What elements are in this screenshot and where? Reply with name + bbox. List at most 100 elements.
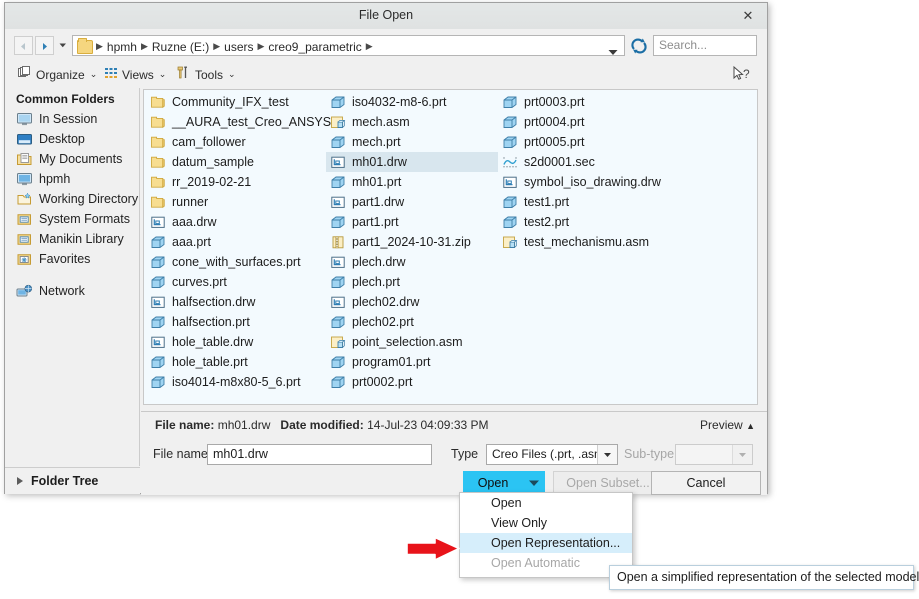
preview-label: Preview bbox=[700, 418, 743, 432]
close-icon[interactable]: ✕ bbox=[739, 7, 757, 25]
details-strip: File name: mh01.drw Date modified: 14-Ju… bbox=[141, 411, 767, 439]
sidebar-item-desktop[interactable]: Desktop bbox=[5, 129, 139, 149]
file-list-item[interactable]: mech.asm bbox=[326, 112, 498, 132]
sidebar-item-system-formats[interactable]: System Formats bbox=[5, 209, 139, 229]
folder-tree-bar[interactable]: Folder Tree bbox=[5, 467, 140, 494]
file-list-item[interactable]: halfsection.prt bbox=[146, 312, 326, 332]
file-list-item[interactable]: runner bbox=[146, 192, 326, 212]
file-name-text: curves.prt bbox=[172, 275, 227, 289]
file-list-item[interactable]: test2.prt bbox=[498, 212, 748, 232]
sidebar-header: Common Folders bbox=[16, 92, 115, 106]
file-list-item[interactable]: Community_IFX_test bbox=[146, 92, 326, 112]
details-date-label: Date modified: bbox=[280, 418, 364, 432]
file-list-item[interactable]: mh01.drw bbox=[326, 152, 498, 172]
cancel-button[interactable]: Cancel bbox=[651, 471, 761, 495]
part-icon bbox=[502, 135, 518, 150]
sidebar-item-favorites[interactable]: Favorites bbox=[5, 249, 139, 269]
forward-arrow-icon[interactable] bbox=[35, 36, 54, 55]
details-date-value: 14-Jul-23 04:09:33 PM bbox=[367, 418, 489, 432]
file-list-item[interactable]: test1.prt bbox=[498, 192, 748, 212]
chevron-up-icon: ▲ bbox=[746, 421, 755, 431]
file-list-item[interactable]: plech.drw bbox=[326, 252, 498, 272]
organize-icon bbox=[18, 66, 32, 83]
file-list-item[interactable]: datum_sample bbox=[146, 152, 326, 172]
sidebar-item-my-documents[interactable]: My Documents bbox=[5, 149, 139, 169]
menu-item[interactable]: Open Representation... bbox=[460, 533, 632, 553]
file-list-item[interactable]: cone_with_surfaces.prt bbox=[146, 252, 326, 272]
breadcrumb-item-0[interactable]: hpmh bbox=[104, 40, 140, 54]
back-arrow-icon[interactable] bbox=[14, 36, 33, 55]
part-icon bbox=[330, 375, 346, 390]
file-list-item[interactable]: iso4014-m8x80-5_6.prt bbox=[146, 372, 326, 392]
chevron-down-icon[interactable] bbox=[597, 445, 617, 464]
preview-toggle[interactable]: Preview ▲ bbox=[700, 418, 755, 432]
refresh-icon[interactable] bbox=[629, 36, 649, 56]
breadcrumb-item-2[interactable]: users bbox=[221, 40, 256, 54]
documents-folder-icon bbox=[16, 152, 33, 167]
file-list-item[interactable]: part1_2024-10-31.zip bbox=[326, 232, 498, 252]
file-list-item[interactable]: plech02.drw bbox=[326, 292, 498, 312]
file-list[interactable]: Community_IFX_test __AURA_test_Creo_ANSYS… bbox=[143, 89, 758, 405]
file-list-item[interactable]: prt0004.prt bbox=[498, 112, 748, 132]
breadcrumb-item-3[interactable]: creo9_parametric bbox=[265, 40, 364, 54]
sidebar-item-label: Manikin Library bbox=[39, 232, 124, 246]
drawing-icon bbox=[330, 255, 346, 270]
sidebar-item-in-session[interactable]: In Session bbox=[5, 109, 139, 129]
file-list-item[interactable]: point_selection.asm bbox=[326, 332, 498, 352]
file-list-item[interactable]: cam_follower bbox=[146, 132, 326, 152]
address-path-field[interactable]: ▶ hpmh ▶ Ruzne (E:) ▶ users ▶ creo9_para… bbox=[72, 35, 625, 56]
menu-item[interactable]: View Only bbox=[460, 513, 632, 533]
file-name-text: rr_2019-02-21 bbox=[172, 175, 252, 189]
file-list-item[interactable]: plech02.prt bbox=[326, 312, 498, 332]
file-name-input[interactable]: mh01.drw bbox=[207, 444, 432, 465]
file-list-item[interactable]: program01.prt bbox=[326, 352, 498, 372]
file-list-item[interactable]: symbol_iso_drawing.drw bbox=[498, 172, 748, 192]
file-list-item[interactable]: plech.prt bbox=[326, 272, 498, 292]
formats-folder-icon bbox=[16, 212, 33, 227]
file-list-item[interactable]: prt0005.prt bbox=[498, 132, 748, 152]
history-dropdown-icon[interactable] bbox=[56, 38, 70, 52]
search-input[interactable]: Search... bbox=[653, 35, 757, 56]
file-name-text: part1.drw bbox=[352, 195, 405, 209]
sidebar-item-working-directory[interactable]: Working Directory bbox=[5, 189, 139, 209]
folder-icon bbox=[150, 135, 166, 150]
file-list-item[interactable]: mh01.prt bbox=[326, 172, 498, 192]
file-list-item[interactable]: rr_2019-02-21 bbox=[146, 172, 326, 192]
file-name-text: cone_with_surfaces.prt bbox=[172, 255, 301, 269]
file-list-item[interactable]: prt0003.prt bbox=[498, 92, 748, 112]
file-list-item[interactable]: hole_table.drw bbox=[146, 332, 326, 352]
menu-item-label: View Only bbox=[491, 516, 548, 530]
file-list-item[interactable]: s2d0001.sec bbox=[498, 152, 748, 172]
file-list-item[interactable]: iso4032-m8-6.prt bbox=[326, 92, 498, 112]
file-list-item[interactable]: aaa.prt bbox=[146, 232, 326, 252]
file-list-item[interactable]: aaa.drw bbox=[146, 212, 326, 232]
file-list-item[interactable]: mech.prt bbox=[326, 132, 498, 152]
address-dropdown-icon[interactable] bbox=[608, 43, 618, 61]
tools-button[interactable]: Tools ⌄ bbox=[177, 65, 236, 84]
file-list-item[interactable]: curves.prt bbox=[146, 272, 326, 292]
assembly-icon bbox=[502, 235, 518, 250]
file-list-item[interactable]: hole_table.prt bbox=[146, 352, 326, 372]
tools-label: Tools bbox=[195, 67, 224, 82]
file-list-item[interactable]: __AURA_test_Creo_ANSYS bbox=[146, 112, 331, 132]
cursor-help-icon[interactable]: ? bbox=[731, 65, 755, 89]
file-name-text: part1_2024-10-31.zip bbox=[352, 235, 471, 249]
file-list-item[interactable]: test_mechanismu.asm bbox=[498, 232, 748, 252]
breadcrumb-item-1[interactable]: Ruzne (E:) bbox=[149, 40, 212, 54]
sidebar-item-manikin-library[interactable]: Manikin Library bbox=[5, 229, 139, 249]
organize-label: Organize bbox=[36, 67, 85, 82]
file-list-item[interactable]: halfsection.drw bbox=[146, 292, 326, 312]
organize-button[interactable]: Organize ⌄ bbox=[18, 65, 97, 84]
type-select[interactable]: Creo Files (.prt, .asm, bbox=[486, 444, 618, 465]
red-right-arrow-annotation bbox=[405, 536, 461, 567]
file-list-item[interactable]: prt0002.prt bbox=[326, 372, 498, 392]
drawing-icon bbox=[330, 195, 346, 210]
file-name-text: aaa.prt bbox=[172, 235, 211, 249]
sidebar-item-label: In Session bbox=[39, 112, 98, 126]
menu-item[interactable]: Open bbox=[460, 493, 632, 513]
file-list-item[interactable]: part1.prt bbox=[326, 212, 498, 232]
file-list-item[interactable]: part1.drw bbox=[326, 192, 498, 212]
sidebar-item-network[interactable]: Network bbox=[5, 281, 139, 301]
views-button[interactable]: Views ⌄ bbox=[105, 65, 166, 84]
sidebar-item-hpmh[interactable]: hpmh bbox=[5, 169, 139, 189]
